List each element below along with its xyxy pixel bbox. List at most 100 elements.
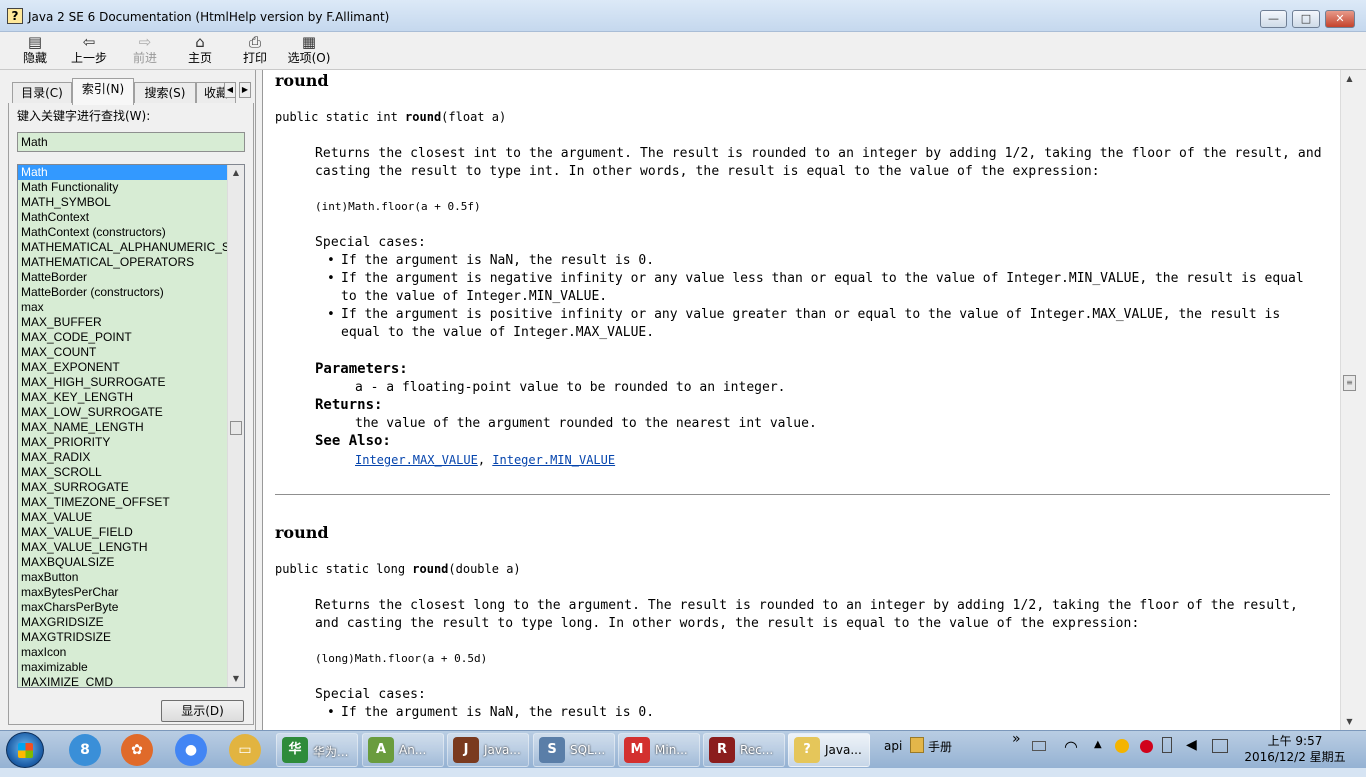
pinned-app-icon[interactable]: ▭ [229,734,261,766]
index-item[interactable]: maxIcon [18,645,229,660]
scroll-thumb[interactable]: ≡ [1343,375,1356,391]
scroll-down-icon[interactable]: ▼ [228,671,244,687]
index-item[interactable]: MathContext [18,210,229,225]
content-scrollbar[interactable]: ▲ ≡ ▼ [1340,70,1358,730]
index-item[interactable]: MAXIMIZE_CMD [18,675,229,687]
close-button[interactable]: ✕ [1325,10,1355,28]
keyboard-icon[interactable] [1032,741,1046,751]
index-item[interactable]: MAXGRIDSIZE [18,615,229,630]
index-item[interactable]: MATHEMATICAL_ALPHANUMERIC_S [18,240,229,255]
home-button[interactable]: ⌂ 主页 [183,33,217,69]
index-item[interactable]: MAX_HIGH_SURROGATE [18,375,229,390]
scroll-up-icon[interactable]: ▲ [1341,70,1358,87]
tab-search[interactable]: 搜索(S) [134,82,196,104]
tray-folder-label[interactable]: 手册 [928,738,952,776]
index-item[interactable]: MAX_RADIX [18,450,229,465]
navigation-pane: 目录(C) 索引(N) 搜索(S) 收藏 ◀ ▶ 键入关键字进行查找(W): M… [0,70,256,730]
taskbar-button[interactable]: J Java... [447,733,529,767]
index-item[interactable]: MAX_TIMEZONE_OFFSET [18,495,229,510]
taskbar-button[interactable]: M Min... [618,733,700,767]
tray-api-label[interactable]: api [884,739,902,777]
tab-scroll-left-icon[interactable]: ◀ [224,82,236,98]
index-item[interactable]: max [18,300,229,315]
minimize-button[interactable]: — [1260,10,1287,28]
index-scrollbar[interactable]: ▲ ▼ [227,165,244,687]
index-item[interactable]: MAX_SURROGATE [18,480,229,495]
parameters-text: a - a floating-point value to be rounded… [355,380,786,395]
index-item[interactable]: MatteBorder [18,270,229,285]
title-bar[interactable]: ? Java 2 SE 6 Documentation (HtmlHelp ve… [0,0,1366,32]
folder-icon[interactable] [910,737,924,753]
index-item[interactable]: MAXGTRIDSIZE [18,630,229,645]
link-integer-min-value[interactable]: Integer.MIN_VALUE [492,453,615,467]
index-list[interactable]: Math Math Functionality MATH_SYMBOL MathCon… [17,164,245,688]
taskbar-button[interactable]: R Rec... [703,733,785,767]
index-item[interactable]: MatteBorder (constructors) [18,285,229,300]
forward-button[interactable]: ⇨ 前进 [128,33,162,69]
index-item[interactable]: MAX_PRIORITY [18,435,229,450]
index-item[interactable]: MAX_SCROLL [18,465,229,480]
index-item[interactable]: MAX_NAME_LENGTH [18,420,229,435]
options-button[interactable]: ▦ 选项(O) [286,33,332,69]
show-hidden-icons-icon[interactable]: ▲ [1094,739,1102,777]
special-cases-label: Special cases: [315,235,426,250]
index-item[interactable]: maximizable [18,660,229,675]
volume-icon[interactable]: ◀ [1186,737,1197,775]
index-item[interactable]: maxButton [18,570,229,585]
wifi-icon[interactable]: ◠ [1064,737,1078,775]
index-item[interactable]: MAX_VALUE [18,510,229,525]
taskbar-button[interactable]: ? Java... [788,733,870,767]
pinned-app-icon[interactable]: ✿ [121,734,153,766]
index-item[interactable]: Math Functionality [18,180,229,195]
keyword-input[interactable]: Math [17,132,245,152]
taskbar: 8 ✿ ● ▭ 华华为... A An... J Java... S SQL... M Min... R… [0,730,1366,768]
usb-device-icon[interactable] [1162,737,1172,753]
desc-line: and casting the result to type long. In … [315,616,1140,631]
clock-time: 上午 9:57 [1267,734,1323,748]
index-item[interactable]: MAX_EXPONENT [18,360,229,375]
scroll-down-icon[interactable]: ▼ [1341,713,1358,730]
start-button[interactable] [6,732,44,768]
index-item[interactable]: MAX_BUFFER [18,315,229,330]
taskbar-button[interactable]: 华华为... [276,733,358,767]
index-item[interactable]: Math [18,165,229,180]
weather-icon[interactable] [1115,739,1129,753]
index-item[interactable]: MAX_LOW_SURROGATE [18,405,229,420]
index-item[interactable]: MAX_VALUE_LENGTH [18,540,229,555]
index-item[interactable]: MathContext (constructors) [18,225,229,240]
index-item[interactable]: MAX_CODE_POINT [18,330,229,345]
pinned-app-icon[interactable]: ● [175,734,207,766]
hide-button[interactable]: ▤ 隐藏 [18,33,52,69]
clock[interactable]: 上午 9:57 2016/12/2 星期五 [1240,733,1350,765]
index-item[interactable]: MAXBQUALSIZE [18,555,229,570]
taskbar-button[interactable]: S SQL... [533,733,615,767]
index-item[interactable]: MAX_VALUE_FIELD [18,525,229,540]
print-button[interactable]: ⎙ 打印 [238,33,272,69]
sig-prefix: public static int [275,110,406,124]
tab-index[interactable]: 索引(N) [72,78,134,105]
display-button[interactable]: 显示(D) [161,700,244,722]
special-case-item: If the argument is NaN, the result is 0. [327,704,1321,722]
index-item[interactable]: MAX_KEY_LENGTH [18,390,229,405]
taskbar-button-label: SQL... [570,743,606,757]
record-icon[interactable] [1140,740,1153,753]
pinned-app-icon[interactable]: 8 [69,734,101,766]
tray-chevron-icon[interactable]: » [1012,731,1021,769]
scroll-thumb[interactable] [230,421,242,435]
index-item[interactable]: MAX_COUNT [18,345,229,360]
back-arrow-icon: ⇦ [82,33,96,51]
desc-line: Returns the closest int to the argument.… [315,146,1322,161]
forward-label: 前进 [132,51,157,65]
scroll-up-icon[interactable]: ▲ [228,165,244,181]
network-icon[interactable] [1212,739,1228,753]
link-integer-max-value[interactable]: Integer.MAX_VALUE [355,453,478,467]
tab-scroll-right-icon[interactable]: ▶ [239,82,251,98]
maximize-button[interactable]: □ [1292,10,1320,28]
index-item[interactable]: MATHEMATICAL_OPERATORS [18,255,229,270]
taskbar-button[interactable]: A An... [362,733,444,767]
index-item[interactable]: maxBytesPerChar [18,585,229,600]
tab-contents[interactable]: 目录(C) [12,82,72,104]
index-item[interactable]: MATH_SYMBOL [18,195,229,210]
back-button[interactable]: ⇦ 上一步 [68,33,110,69]
index-item[interactable]: maxCharsPerByte [18,600,229,615]
